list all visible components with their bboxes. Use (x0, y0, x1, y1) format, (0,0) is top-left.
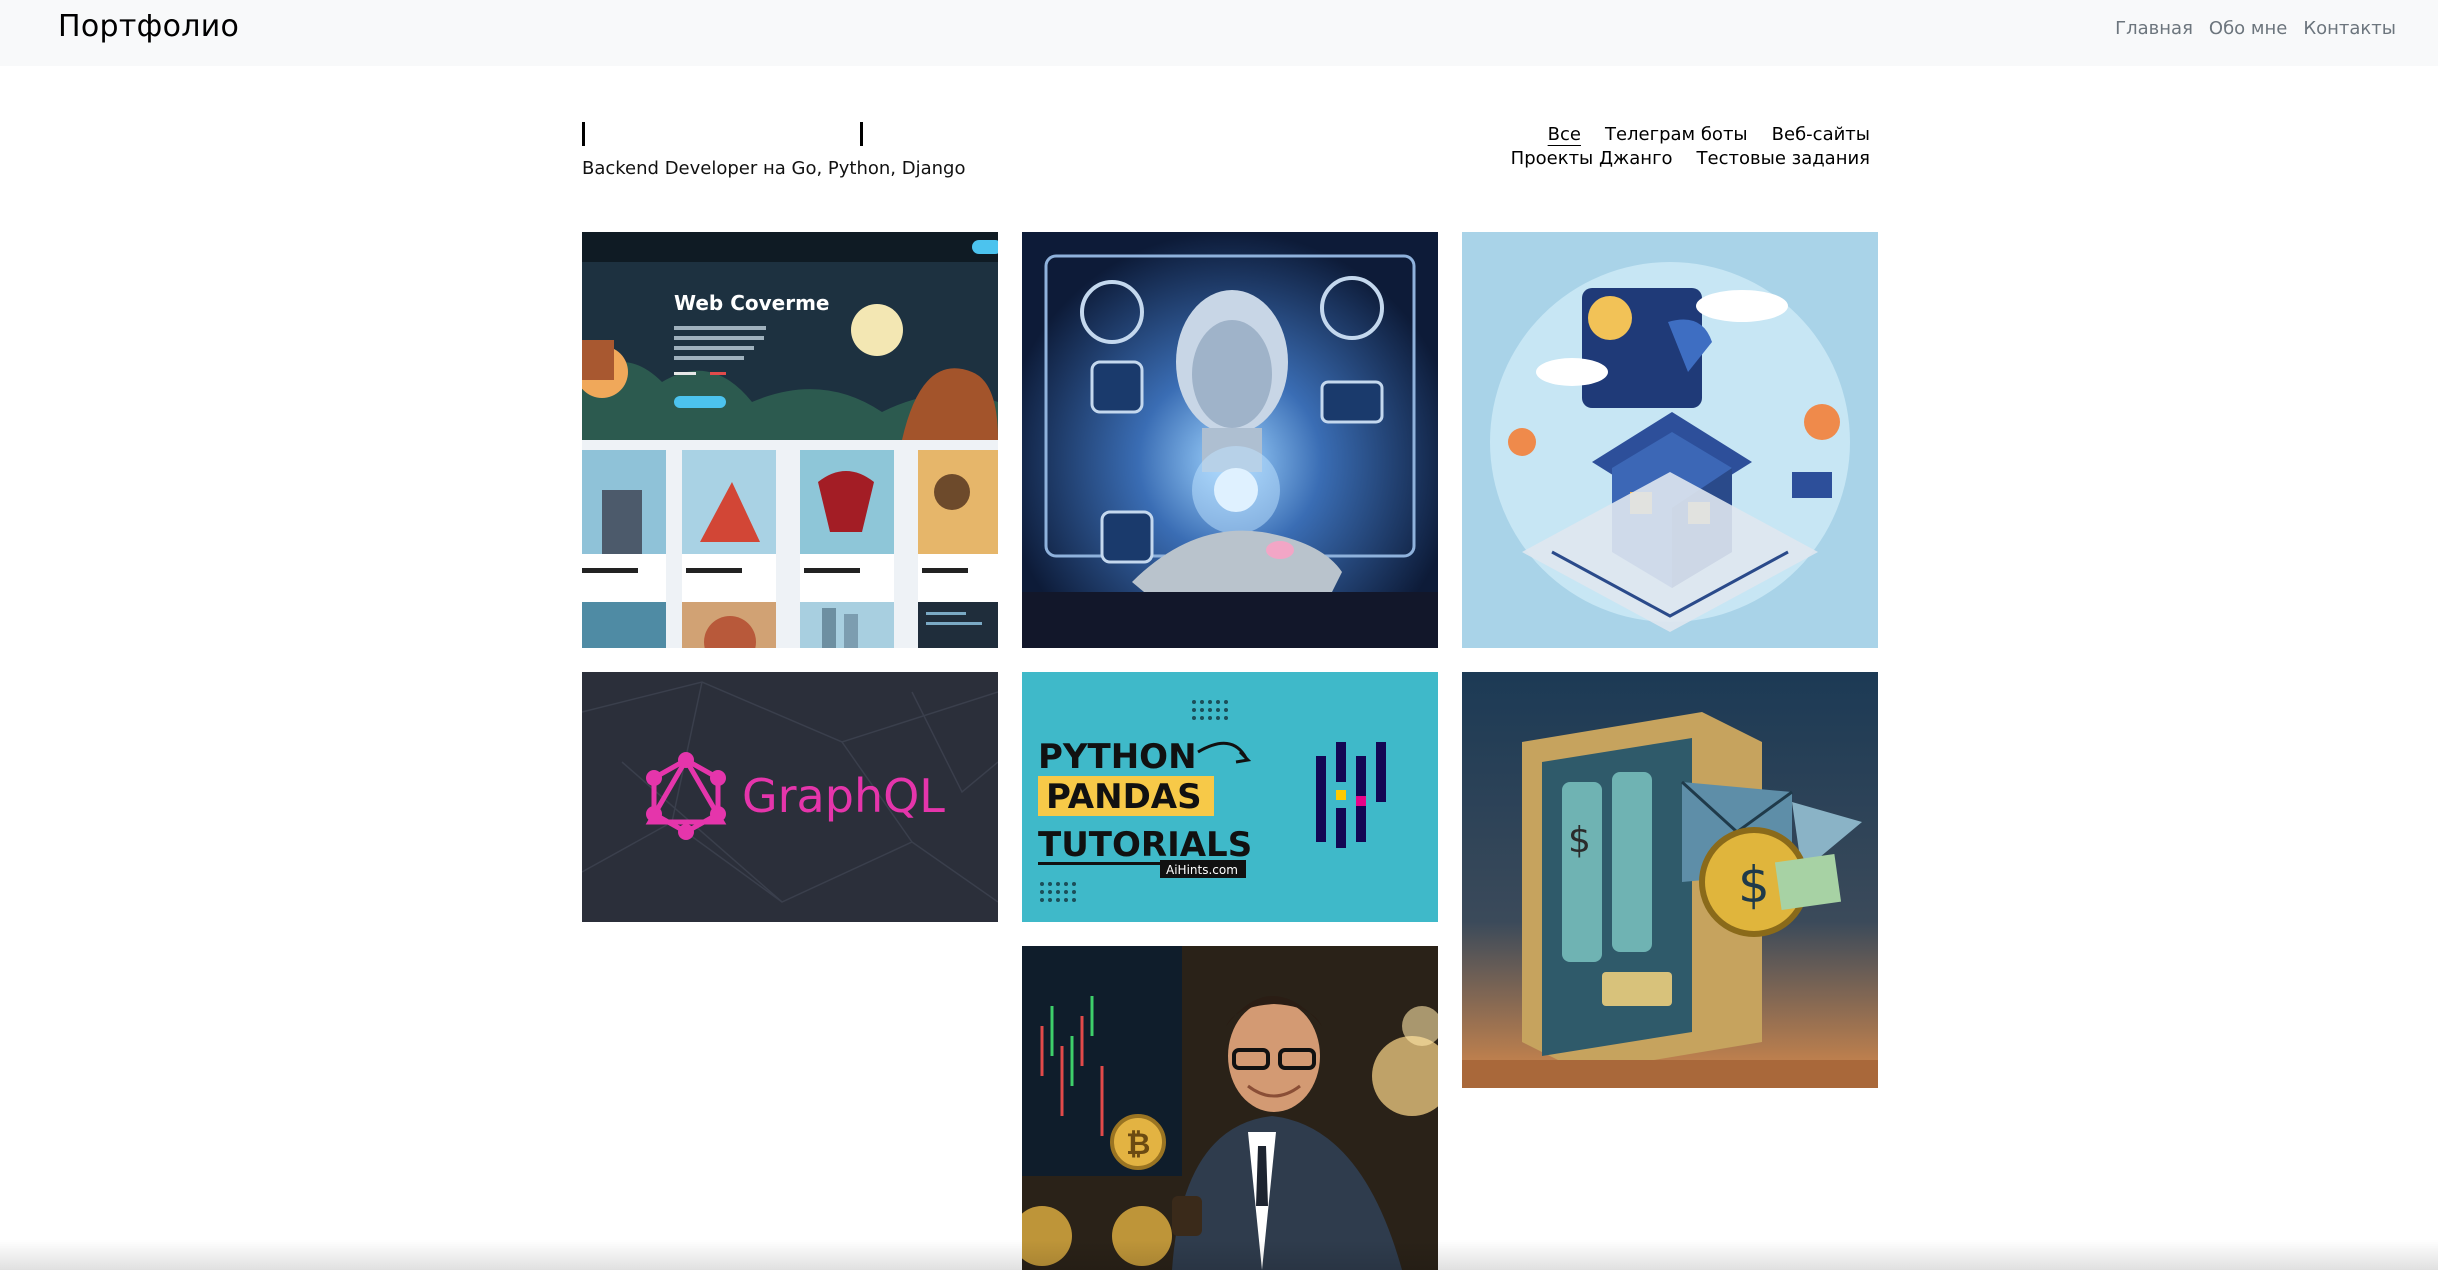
portfolio-tile-ai-robot[interactable] (1022, 232, 1438, 648)
top-nav-links: Главная Обо мне Контакты (2115, 18, 2396, 39)
svg-text:₿: ₿ (1126, 1127, 1150, 1162)
typing-cursor-start (582, 122, 585, 146)
pandas-tag: AiHints.com (1166, 863, 1238, 877)
pandas-line3: TUTORIALS (1038, 825, 1252, 865)
typing-cursor-end (860, 122, 863, 146)
bitcoin-trader-image: ₿ (1022, 946, 1438, 1270)
portfolio-tile-crypto-machine[interactable]: $ $ (1462, 672, 1878, 1088)
svg-text:$: $ (1738, 856, 1770, 914)
filter-telegram-bots[interactable]: Телеграм боты (1605, 124, 1748, 146)
nav-link-contacts[interactable]: Контакты (2303, 18, 2396, 39)
filter-django-projects[interactable]: Проекты Джанго (1511, 148, 1673, 170)
filter-test-tasks[interactable]: Тестовые задания (1697, 148, 1870, 170)
portfolio-tile-graphql[interactable]: GraphQL (582, 672, 998, 922)
profile-subtitle: Backend Developer на Go, Python, Django (582, 158, 966, 179)
portfolio-filters: Все Телеграм боты Веб-сайты Проекты Джан… (1370, 124, 1870, 170)
ai-robot-image (1022, 232, 1438, 648)
nav-link-home[interactable]: Главная (2115, 18, 2193, 39)
isometric-house-image (1462, 232, 1878, 648)
pandas-line1: PYTHON (1038, 737, 1197, 777)
filter-websites[interactable]: Веб-сайты (1772, 124, 1870, 146)
portfolio-tile-python-pandas[interactable]: PYTHON PANDAS TUTORIALS AiHints.com (1022, 672, 1438, 922)
python-pandas-image: PYTHON PANDAS TUTORIALS AiHints.com (1022, 672, 1438, 922)
svg-text:$: $ (1568, 820, 1591, 861)
crypto-machine-image: $ $ (1462, 672, 1878, 1088)
top-navbar: Портфолио Главная Обо мне Контакты (0, 0, 2438, 66)
web-coverme-image: Web Coverme (582, 232, 998, 648)
portfolio-tile-web-coverme[interactable]: Web Coverme (582, 232, 998, 648)
filter-all[interactable]: Все (1548, 124, 1581, 146)
typing-name (582, 122, 864, 146)
portfolio-tile-bitcoin-trader[interactable]: ₿ (1022, 946, 1438, 1270)
graphql-title: GraphQL (742, 769, 945, 823)
nav-link-about[interactable]: Обо мне (2209, 18, 2287, 39)
portfolio-tile-isometric-house[interactable] (1462, 232, 1878, 648)
graphql-image: GraphQL (582, 672, 998, 922)
web-coverme-title: Web Coverme (674, 291, 829, 315)
pandas-line2: PANDAS (1046, 777, 1202, 817)
brand-logo[interactable]: Портфолио (58, 9, 239, 44)
